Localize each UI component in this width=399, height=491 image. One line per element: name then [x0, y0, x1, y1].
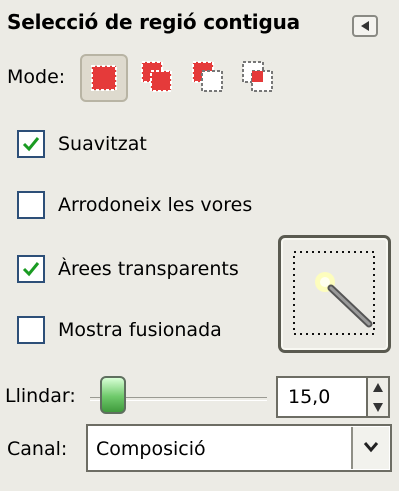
mode-intersect-button[interactable]: [240, 58, 278, 96]
spin-down-icon[interactable]: [370, 399, 386, 415]
subtract-selection-icon: [192, 61, 223, 92]
channel-dropdown-button[interactable]: [351, 427, 389, 469]
chevron-down-icon: [363, 442, 379, 453]
panel-menu-button[interactable]: [352, 15, 378, 37]
threshold-value-field[interactable]: 15,0: [276, 376, 368, 418]
channel-select[interactable]: Composició: [86, 424, 392, 472]
sample-merged-label: Mostra fusionada: [58, 319, 222, 341]
mode-add-button[interactable]: [139, 58, 177, 96]
threshold-spin-buttons[interactable]: [368, 376, 390, 418]
sample-merged-checkbox[interactable]: [17, 316, 45, 344]
intersect-selection-icon: [242, 61, 273, 92]
threshold-slider-handle[interactable]: [100, 376, 126, 414]
channel-selected-value: Composició: [96, 438, 206, 460]
checkmark-icon: [22, 137, 40, 152]
add-selection-icon: [141, 61, 172, 92]
antialias-checkbox[interactable]: [17, 130, 45, 158]
transparent-areas-checkbox[interactable]: [17, 255, 45, 283]
panel-title: Selecció de regió contigua: [7, 10, 300, 34]
tool-preview: [278, 235, 391, 353]
magic-wand-icon: [293, 251, 375, 335]
transparent-areas-label: Àrees transparents: [58, 258, 239, 280]
mode-subtract-button[interactable]: [190, 58, 228, 96]
checkmark-icon: [22, 262, 40, 277]
channel-label: Canal:: [7, 438, 68, 460]
feather-edges-checkbox[interactable]: [17, 191, 45, 219]
antialias-label: Suavitzat: [58, 133, 147, 155]
spin-up-icon[interactable]: [370, 380, 386, 396]
mode-replace-button[interactable]: [80, 54, 128, 102]
threshold-label: Llindar:: [5, 385, 76, 407]
feather-edges-label: Arrodoneix les vores: [58, 194, 253, 216]
replace-selection-icon: [91, 65, 117, 91]
triangle-left-icon: [361, 21, 369, 31]
mode-label: Mode:: [7, 66, 66, 88]
